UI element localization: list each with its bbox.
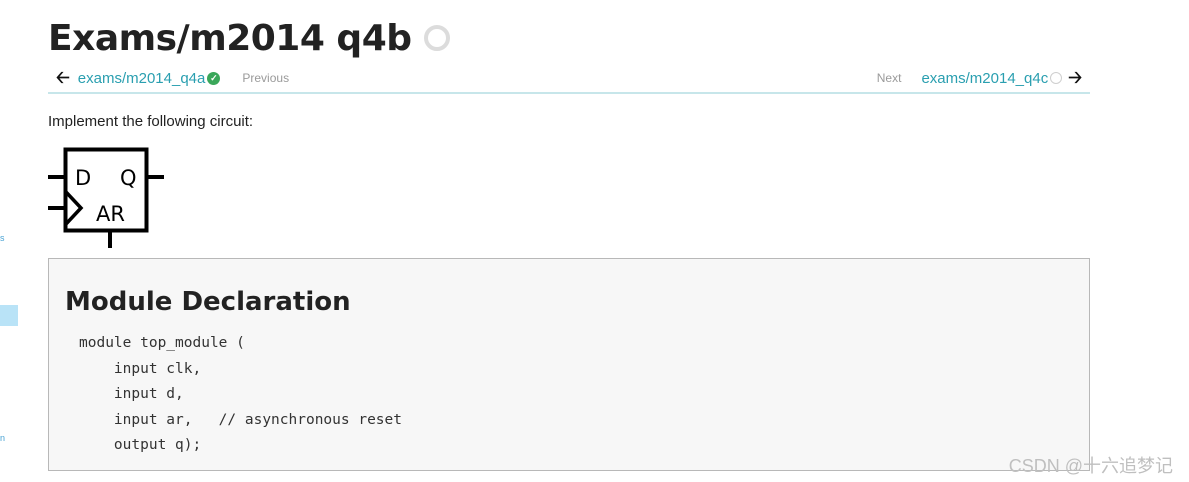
incomplete-status-icon [423, 25, 450, 51]
check-circle-icon: ✓ [207, 71, 221, 85]
watermark: CSDN @十六追梦记 [1008, 456, 1173, 476]
code-block: module top_module ( input clk, input d, … [79, 335, 403, 453]
previous-label: Previous [242, 71, 290, 85]
problem-description: Implement the following circuit: [48, 113, 254, 130]
next-label: Next [876, 71, 902, 85]
clock-triangle [64, 190, 84, 226]
sidebar-edge-mark: s [0, 233, 5, 243]
ar-label: AR [96, 202, 125, 226]
sidebar-edge-mark: n [0, 433, 6, 443]
arrow-right-icon[interactable]: 🡢 [1068, 69, 1082, 87]
page-title: Exams/m2014 q4b [48, 17, 412, 59]
sidebar-selected-item[interactable] [0, 305, 18, 326]
module-heading: Module Declaration [65, 287, 351, 317]
q-label: Q [120, 166, 137, 190]
module-declaration-panel: Module Declaration module top_module ( i… [48, 258, 1090, 471]
problem-navigation: 🡠 exams/m2014_q4a ✓ Previous Next exams/… [48, 66, 1090, 94]
arrow-left-icon[interactable]: 🡠 [56, 69, 70, 87]
next-problem-nav: Next exams/m2014_q4c 🡢 [877, 69, 1082, 87]
empty-circle-icon [1050, 72, 1063, 84]
page-header: Exams/m2014 q4b [48, 14, 450, 62]
next-problem-link[interactable]: exams/m2014_q4c [921, 70, 1048, 87]
prev-problem-link[interactable]: exams/m2014_q4a [78, 70, 206, 87]
dff-circuit-diagram: D Q AR [48, 147, 164, 248]
d-label: D [75, 166, 91, 190]
prev-problem-nav: 🡠 exams/m2014_q4a ✓ Previous [56, 69, 289, 87]
